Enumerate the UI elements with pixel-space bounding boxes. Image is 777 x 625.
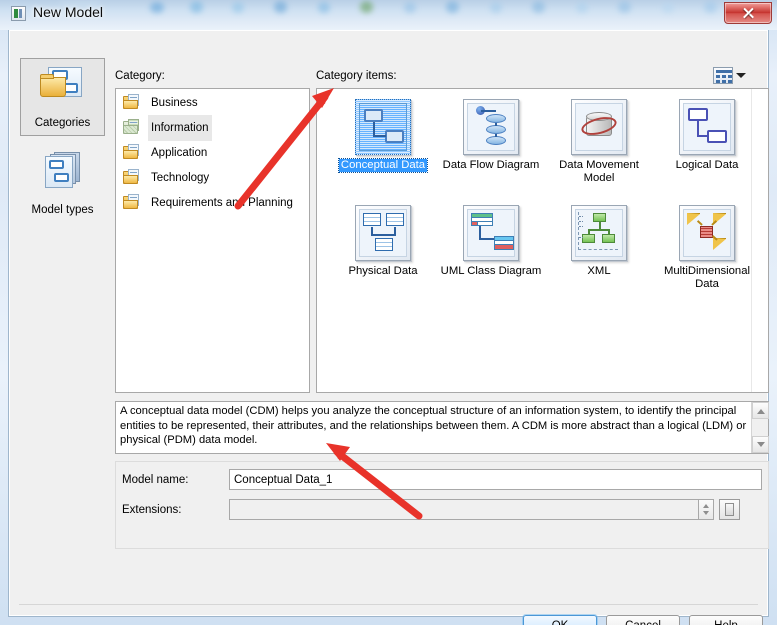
- cancel-button[interactable]: Cancel: [606, 615, 680, 625]
- uml-class-diagram-icon: [463, 205, 519, 261]
- category-list-item-technology[interactable]: Technology: [116, 165, 309, 189]
- category-item-xml[interactable]: XML: [545, 205, 653, 279]
- category-item-label: Logical Data: [675, 159, 739, 171]
- window-title: New Model: [33, 4, 104, 20]
- category-item-multidimensional-data[interactable]: MultiDimensional Data: [653, 205, 761, 292]
- category-items-label: Category items:: [316, 70, 397, 82]
- sidebar-item-label: Categories: [34, 117, 91, 129]
- title-bar: New Model: [0, 0, 777, 30]
- category-item-label: Information: [148, 115, 212, 141]
- category-item-conceptual-data[interactable]: Conceptual Data: [329, 99, 437, 173]
- category-item-uml-class-diagram[interactable]: UML Class Diagram: [437, 205, 545, 279]
- category-list-item-application[interactable]: Application: [116, 140, 309, 164]
- category-item-label: Application: [151, 147, 208, 159]
- description-text: A conceptual data model (CDM) helps you …: [120, 405, 747, 446]
- physical-data-icon: [355, 205, 411, 261]
- sidebar-item-label: Model types: [31, 204, 94, 216]
- model-name-input[interactable]: [229, 469, 762, 490]
- items-panel-scrollbar[interactable]: [751, 89, 768, 392]
- ok-button[interactable]: OK: [523, 615, 597, 625]
- view-style-button[interactable]: [713, 67, 751, 85]
- category-item-label: Physical Data: [348, 265, 418, 277]
- category-item-label: Data Flow Diagram: [442, 159, 540, 171]
- data-movement-model-icon: [571, 99, 627, 155]
- category-list-item-requirements-and-planning[interactable]: Requirements and Planning: [116, 190, 309, 214]
- category-list[interactable]: Business Information Application Technol…: [115, 88, 310, 393]
- category-item-data-movement-model[interactable]: Data Movement Model: [545, 99, 653, 186]
- select-extensions-button[interactable]: [719, 499, 740, 520]
- conceptual-data-icon: [355, 99, 411, 155]
- category-item-label: Business: [151, 97, 198, 109]
- multidimensional-data-icon: [679, 205, 735, 261]
- folder-icon: [123, 194, 141, 210]
- description-box: A conceptual data model (CDM) helps you …: [115, 401, 769, 454]
- sidebar-item-model-types[interactable]: Model types: [20, 144, 105, 222]
- category-item-physical-data[interactable]: Physical Data: [329, 205, 437, 279]
- logical-data-icon: [679, 99, 735, 155]
- dialog-client-area: Categories Model types Category: Categor…: [8, 30, 769, 625]
- help-button[interactable]: Help: [689, 615, 763, 625]
- extensions-label: Extensions:: [122, 504, 182, 516]
- category-items-panel[interactable]: Conceptual Data Data Flow Diagram Data M…: [316, 88, 769, 393]
- model-icon: [11, 6, 26, 21]
- extensions-input[interactable]: [229, 499, 699, 520]
- category-item-label: Conceptual Data: [337, 158, 429, 173]
- stacked-documents-icon: [40, 152, 86, 194]
- folder-icon: [123, 144, 141, 160]
- folder-icon: [123, 169, 141, 185]
- grid-view-icon: [713, 67, 733, 84]
- category-item-label: XML: [587, 265, 611, 277]
- category-item-label: Technology: [151, 172, 210, 184]
- category-item-logical-data[interactable]: Logical Data: [653, 99, 761, 173]
- folder-info-icon: [123, 119, 141, 135]
- category-item-label: Data Movement Model: [559, 159, 639, 184]
- description-scrollbar[interactable]: [751, 402, 769, 453]
- model-properties-panel: Model name: Extensions:: [115, 461, 769, 549]
- category-label: Category:: [115, 70, 165, 82]
- data-flow-diagram-icon: [463, 99, 519, 155]
- scroll-down-icon[interactable]: [752, 436, 769, 453]
- category-list-item-business[interactable]: Business: [116, 90, 309, 114]
- scroll-up-icon[interactable]: [752, 402, 769, 419]
- new-model-dialog: New Model Categories Model types Categor…: [0, 0, 777, 625]
- category-item-label: MultiDimensional Data: [663, 265, 750, 290]
- chevron-down-icon: [736, 73, 746, 78]
- category-item-label: Requirements and Planning: [151, 197, 293, 209]
- xml-icon: [571, 205, 627, 261]
- close-icon[interactable]: [724, 2, 772, 24]
- folder-documents-icon: [39, 67, 86, 109]
- category-item-data-flow-diagram[interactable]: Data Flow Diagram: [437, 99, 545, 173]
- folder-icon: [123, 94, 141, 110]
- sidebar-item-categories[interactable]: Categories: [20, 58, 105, 136]
- model-name-label: Model name:: [122, 474, 189, 486]
- extensions-stepper[interactable]: [699, 499, 714, 520]
- category-item-label: UML Class Diagram: [440, 265, 542, 277]
- select-extensions-icon: [725, 503, 734, 516]
- divider: [19, 604, 758, 605]
- category-list-item-information[interactable]: Information: [116, 115, 309, 141]
